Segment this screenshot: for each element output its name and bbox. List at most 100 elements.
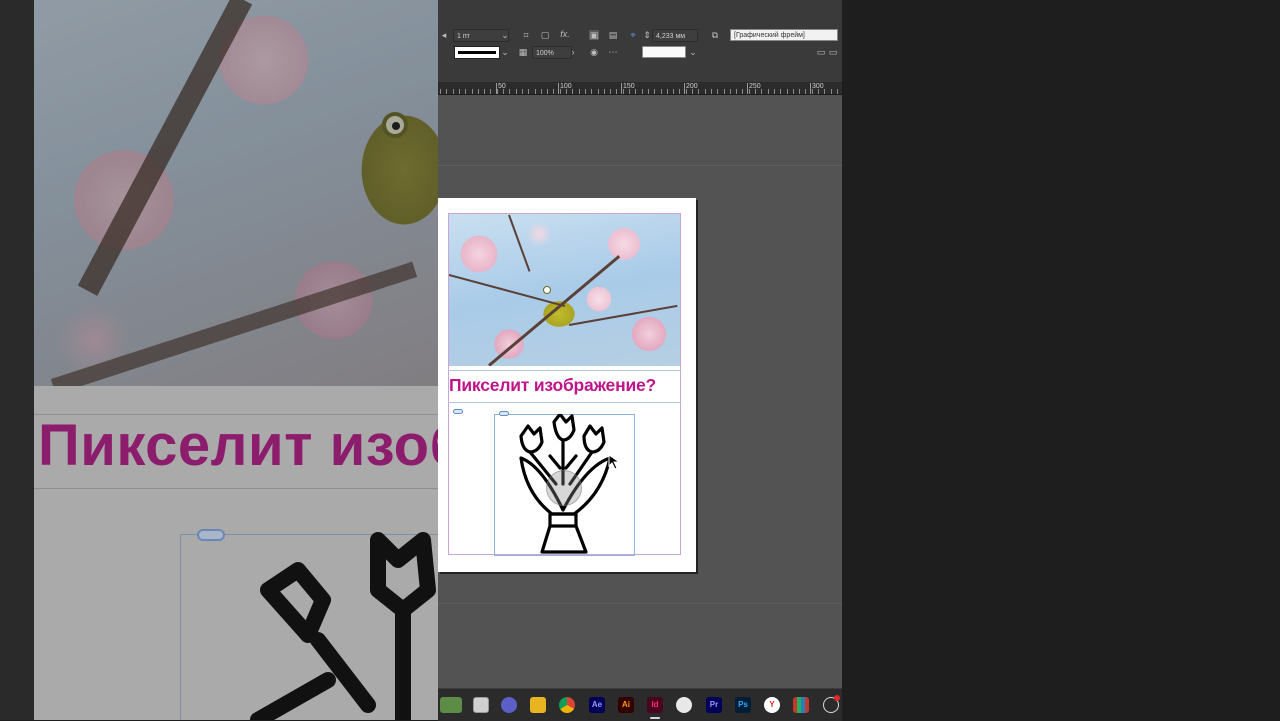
- bird-eye: [543, 286, 551, 294]
- indesign-app-icon[interactable]: Id: [647, 697, 663, 713]
- ruler-minor-tick: [673, 89, 675, 94]
- ruler-minor-tick: [496, 89, 498, 94]
- ruler-minor-tick: [660, 89, 662, 94]
- offset-field[interactable]: 4,233 мм: [652, 29, 698, 42]
- ruler-minor-tick: [704, 89, 706, 94]
- zoomed-guide: [34, 488, 438, 489]
- ruler-minor-tick: [679, 89, 681, 94]
- ruler-minor-tick: [742, 89, 744, 94]
- premiere-app-icon[interactable]: Pr: [706, 697, 722, 713]
- stroke-weight-value: 1 пт: [457, 33, 470, 40]
- fit-frame-icon[interactable]: ⌖: [628, 30, 638, 40]
- page-heading[interactable]: Пикселит изображение?: [449, 375, 685, 396]
- ruler-minor-tick: [591, 89, 593, 94]
- object-style-value: [Графический фрейм]: [734, 32, 805, 39]
- opacity-value: 100%: [536, 50, 554, 57]
- zoomed-link-icon: [197, 529, 225, 541]
- effects-icon[interactable]: ◉: [589, 47, 599, 57]
- ruler-minor-tick: [811, 89, 813, 94]
- stroke-type-swatch[interactable]: [454, 46, 500, 59]
- ruler-minor-tick: [490, 89, 492, 94]
- ruler-minor-tick: [446, 89, 448, 94]
- window-app-icon[interactable]: [473, 697, 489, 713]
- cursor-icon: [608, 454, 621, 470]
- illustrator-app-icon[interactable]: Ai: [618, 697, 634, 713]
- chevron-right-icon[interactable]: ›: [568, 47, 578, 57]
- ruler-minor-tick: [528, 89, 530, 94]
- ruler-minor-tick: [805, 89, 807, 94]
- fx-icon[interactable]: fx.: [560, 29, 570, 39]
- pen-app-icon[interactable]: [676, 697, 692, 713]
- ruler-minor-tick: [521, 89, 523, 94]
- zoomed-bird-eye: [382, 112, 408, 138]
- wrap-icon[interactable]: ▣: [589, 30, 599, 40]
- align-icon[interactable]: ▤: [608, 30, 618, 40]
- ruler-minor-tick: [799, 89, 801, 94]
- link-icon[interactable]: [453, 409, 463, 414]
- ruler-minor-tick: [610, 89, 612, 94]
- ruler-minor-tick: [641, 89, 643, 94]
- archive-app-icon[interactable]: [793, 697, 809, 713]
- ruler-minor-tick: [818, 89, 819, 94]
- panel-menu-icon[interactable]: ▭: [828, 47, 838, 57]
- offset-value: 4,233 мм: [656, 33, 686, 40]
- ruler-minor-tick: [578, 89, 580, 94]
- document-page[interactable]: Пикселит изображение?: [438, 198, 696, 572]
- ruler-minor-tick: [824, 89, 826, 94]
- photo-branch: [508, 214, 531, 272]
- ruler-minor-tick: [458, 89, 460, 94]
- auto-fit-icon[interactable]: ⧉: [710, 30, 720, 40]
- spinner-icon[interactable]: ◂: [439, 30, 449, 40]
- photoshop-app-icon[interactable]: Ps: [735, 697, 751, 713]
- taskbar: Ae Ai Id Pr Ps Y: [438, 688, 842, 721]
- distribute-icon[interactable]: ⋯: [608, 47, 618, 57]
- ruler-minor-tick: [547, 89, 549, 94]
- ruler-minor-tick: [761, 89, 763, 94]
- ruler-minor-tick: [440, 89, 441, 94]
- ruler-minor-tick: [647, 89, 649, 94]
- active-app-indicator: [650, 717, 660, 719]
- ruler-minor-tick: [566, 89, 567, 94]
- ruler-minor-tick: [477, 89, 479, 94]
- crop-icon[interactable]: ⌗: [521, 30, 531, 40]
- ruler-minor-tick: [540, 89, 542, 94]
- ruler-minor-tick: [465, 89, 467, 94]
- ruler-minor-tick: [748, 89, 750, 94]
- chevron-down-icon[interactable]: ⌄: [688, 47, 698, 57]
- zoomed-branch: [77, 0, 253, 296]
- yandex-app-icon[interactable]: Y: [764, 697, 780, 713]
- link-icon[interactable]: [499, 411, 509, 416]
- object-style-field[interactable]: [Графический фрейм]: [730, 29, 838, 41]
- after-effects-app-icon[interactable]: Ae: [589, 697, 605, 713]
- ruler-minor-tick: [584, 89, 586, 94]
- chevron-down-icon[interactable]: ⌄: [500, 47, 510, 57]
- zoomed-heading: Пикселит изоб: [38, 413, 438, 478]
- ruler-minor-tick: [692, 89, 693, 94]
- chrome-app-icon[interactable]: [559, 697, 575, 713]
- panel-icon[interactable]: ▭: [816, 47, 826, 57]
- spinner-icon[interactable]: ⇕: [642, 30, 652, 40]
- chat-app-icon[interactable]: [501, 697, 517, 713]
- ruler-minor-tick: [698, 89, 700, 94]
- explorer-app-icon[interactable]: [440, 697, 462, 713]
- ruler-minor-tick: [786, 89, 788, 94]
- ruler-minor-tick: [836, 89, 838, 94]
- control-panel: ◂ 1 пт ⌄ ⌗ ▢ fx. ▣ ▤ ⌖ ⇕ 4,233 мм ⧉ [Гра…: [438, 0, 842, 83]
- horizontal-ruler: 50 100 150 200 250 300: [438, 83, 842, 95]
- opacity-field[interactable]: 100%: [532, 46, 572, 59]
- content-grabber[interactable]: [546, 470, 582, 506]
- ruler-minor-tick: [471, 89, 473, 94]
- opacity-icon[interactable]: ▦: [518, 47, 528, 57]
- ruler-minor-tick: [792, 89, 794, 94]
- photo-branch: [488, 255, 621, 366]
- ruler-minor-tick: [830, 89, 832, 94]
- cherry-blossom-photo[interactable]: [449, 214, 680, 366]
- ruler-minor-tick: [597, 89, 599, 94]
- zoomed-pasteboard-strip: [0, 0, 34, 720]
- style-preview-field[interactable]: [642, 46, 686, 58]
- ruler-minor-tick: [616, 89, 618, 94]
- frame-icon[interactable]: ▢: [540, 30, 550, 40]
- ruler-minor-tick: [452, 89, 454, 94]
- folder-app-icon[interactable]: [530, 697, 546, 713]
- chevron-down-icon[interactable]: ⌄: [500, 30, 510, 40]
